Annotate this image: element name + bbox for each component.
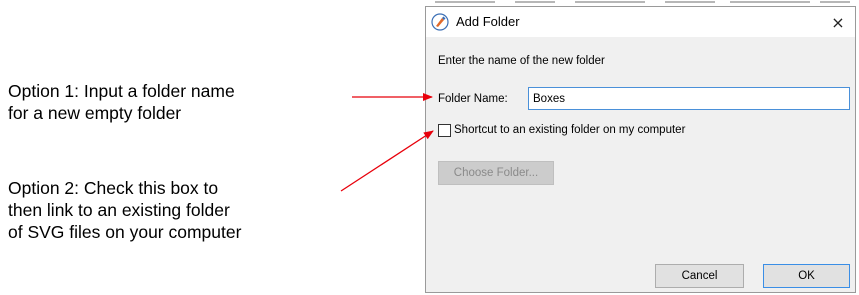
choose-folder-button: Choose Folder... xyxy=(438,161,554,185)
annotation-option-2: Option 2: Check this box to then link to… xyxy=(8,178,242,242)
folder-name-label: Folder Name: xyxy=(438,93,508,105)
annotation-option-1: Option 1: Input a folder name for a new … xyxy=(8,81,235,123)
add-folder-dialog: Add Folder × Enter the name of the new f… xyxy=(425,6,856,293)
pen-nib-icon xyxy=(431,13,449,31)
dialog-prompt: Enter the name of the new folder xyxy=(438,55,605,67)
dialog-titlebar: Add Folder × xyxy=(426,7,855,37)
cancel-button[interactable]: Cancel xyxy=(655,264,744,288)
arrow-to-shortcut-checkbox xyxy=(340,130,434,192)
folder-name-input[interactable] xyxy=(528,87,850,110)
dialog-title: Add Folder xyxy=(456,14,520,29)
shortcut-checkbox[interactable] xyxy=(438,123,451,137)
ok-button[interactable]: OK xyxy=(763,264,850,288)
shortcut-checkbox-label[interactable]: Shortcut to an existing folder on my com… xyxy=(454,124,685,136)
close-icon[interactable]: × xyxy=(821,7,855,37)
shortcut-checkbox-row[interactable]: Shortcut to an existing folder on my com… xyxy=(438,122,685,138)
